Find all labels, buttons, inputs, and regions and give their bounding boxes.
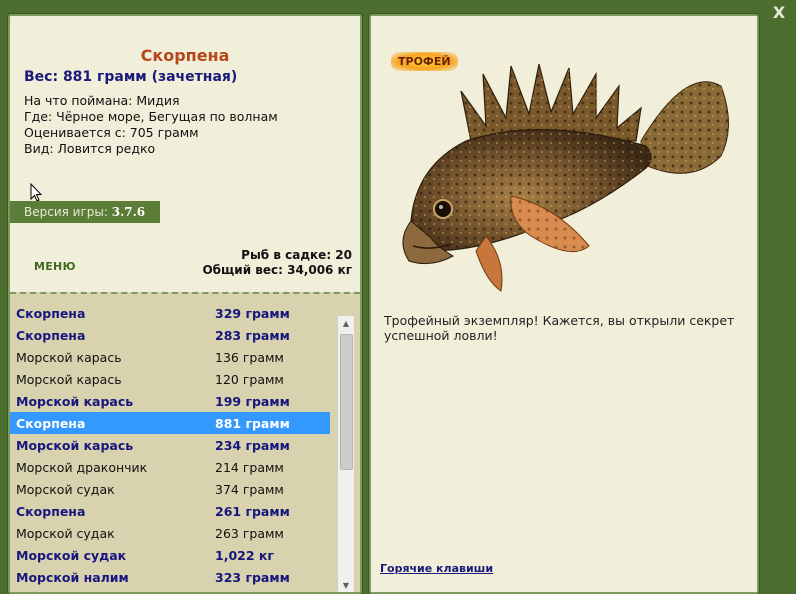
catch-fish-weight: 323 грамм	[215, 570, 290, 585]
catch-fish-name: Скорпена	[16, 328, 86, 343]
catch-list-scrollbar[interactable]: ▲ ▼	[337, 316, 354, 592]
game-version: Версия игры: 3.7.6	[10, 201, 160, 223]
catch-list-row[interactable]: Морской карась 136 грамм	[10, 346, 330, 368]
catch-fish-name: Морской судак	[16, 548, 127, 563]
fish-count: Рыб в садке: 20	[241, 248, 352, 262]
catch-fish-name: Морской карась	[16, 438, 134, 453]
catch-fish-name: Морской карась	[16, 394, 134, 409]
fish-location: Где: Чёрное море, Бегущая по волнам	[24, 109, 278, 124]
catch-fish-weight: 120 грамм	[215, 372, 284, 387]
catch-fish-weight: 1,022 кг	[215, 548, 274, 563]
catch-fish-name: Скорпена	[16, 504, 86, 519]
mouse-cursor-icon	[30, 183, 42, 202]
hotkeys-link[interactable]: Горячие клавиши	[380, 562, 493, 575]
catch-list-row[interactable]: Скорпена 261 грамм	[10, 500, 330, 522]
catch-fish-weight: 234 грамм	[215, 438, 290, 453]
scroll-down-icon[interactable]: ▼	[338, 578, 354, 592]
close-button[interactable]: X	[770, 4, 788, 22]
catch-list-container: Скорпена 329 грамм Скорпена 283 грамм Морско…	[10, 292, 360, 592]
catch-fish-name: Морской карась	[16, 350, 122, 365]
catch-list-row[interactable]: Морской налим 323 грамм	[10, 566, 330, 588]
catch-list-row[interactable]: Морской судак 1,022 кг	[10, 544, 330, 566]
catch-fish-name: Морской судак	[16, 482, 115, 497]
catch-fish-weight: 329 грамм	[215, 306, 290, 321]
scrollbar-thumb[interactable]	[340, 334, 353, 470]
fish-title: Скорпена	[140, 46, 230, 65]
fish-image-panel: ТРОФЕЙ Трофейный экземпляр! Кажется, вы …	[369, 14, 759, 594]
fish-bait: На что поймана: Мидия	[24, 93, 180, 108]
catch-fish-weight: 881 грамм	[215, 416, 290, 431]
catch-fish-name: Морской судак	[16, 526, 115, 541]
fish-weight: Вес: 881 грамм (зачетная)	[24, 69, 238, 85]
catch-list-row[interactable]: Скорпена 329 грамм	[10, 302, 330, 324]
catch-fish-name: Скорпена	[16, 416, 86, 431]
catch-fish-weight: 374 грамм	[215, 482, 284, 497]
total-weight: Общий вес: 34,006 кг	[202, 263, 352, 277]
catch-list-row[interactable]: Морской карась 234 грамм	[10, 434, 330, 456]
catch-list-row[interactable]: Скорпена 283 грамм	[10, 324, 330, 346]
trophy-badge: ТРОФЕЙ	[391, 52, 458, 71]
catch-list-row[interactable]: Морской карась 199 грамм	[10, 390, 330, 412]
catch-message: Трофейный экземпляр! Кажется, вы открыли…	[384, 313, 735, 343]
catch-fish-weight: 136 грамм	[215, 350, 284, 365]
fish-valued-from: Оценивается с: 705 грамм	[24, 125, 199, 140]
catch-list-row[interactable]: Морской судак 263 грамм	[10, 522, 330, 544]
version-label: Версия игры:	[24, 205, 108, 219]
catch-list-row[interactable]: Морской карась 120 грамм	[10, 368, 330, 390]
catch-fish-name: Морской карась	[16, 372, 122, 387]
scroll-up-icon[interactable]: ▲	[338, 316, 354, 332]
version-value: 3.7.6	[111, 205, 146, 219]
menu-button[interactable]: МЕНЮ	[34, 260, 76, 273]
catch-list-row[interactable]: Скорпена 881 грамм	[10, 412, 330, 434]
game-window: X Скорпена Вес: 881 грамм (зачетная) На …	[0, 0, 796, 594]
fish-info-panel: Скорпена Вес: 881 грамм (зачетная) На чт…	[8, 14, 362, 594]
catch-fish-weight: 199 грамм	[215, 394, 290, 409]
catch-list-row[interactable]: Морской дракончик 214 грамм	[10, 456, 330, 478]
catch-fish-name: Морской дракончик	[16, 460, 148, 475]
catch-fish-weight: 261 грамм	[215, 504, 290, 519]
catch-fish-name: Скорпена	[16, 306, 86, 321]
catch-list-row[interactable]: Морской судак 374 грамм	[10, 478, 330, 500]
catch-fish-weight: 214 грамм	[215, 460, 284, 475]
catch-fish-weight: 263 грамм	[215, 526, 284, 541]
catch-fish-weight: 283 грамм	[215, 328, 290, 343]
catch-fish-name: Морской налим	[16, 570, 129, 585]
fish-species: Вид: Ловится редко	[24, 141, 156, 156]
scorpionfish-image	[402, 63, 729, 292]
catch-stats: Рыб в садке: 20 Общий вес: 34,006 кг	[202, 248, 352, 278]
catch-list: Скорпена 329 грамм Скорпена 283 грамм Морско…	[10, 302, 330, 588]
